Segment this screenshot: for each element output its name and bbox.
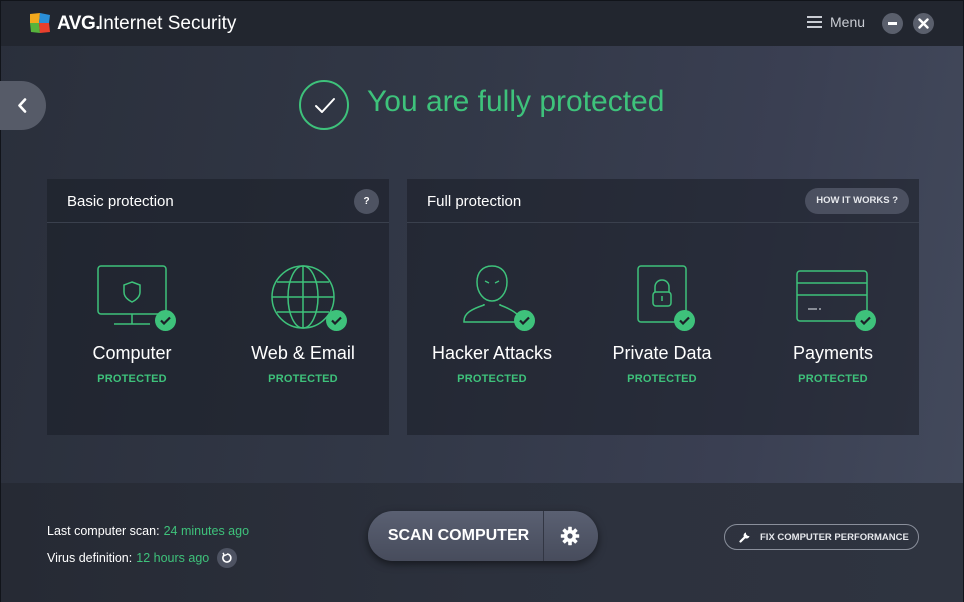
menu-label: Menu: [830, 14, 866, 30]
protection-status-heading: You are fully protected: [367, 85, 665, 118]
last-scan-row: Last computer scan: 24 minutes ago: [47, 517, 249, 544]
panel-header: Basic protection ?: [47, 179, 389, 223]
minimize-button[interactable]: [882, 13, 903, 34]
fix-performance-button[interactable]: FIX COMPUTER PERFORMANCE: [724, 524, 919, 550]
scan-settings-button[interactable]: [544, 511, 598, 561]
app-window: AVG. Internet Security Menu You are full…: [0, 0, 964, 602]
title-bar: AVG. Internet Security Menu: [1, 1, 963, 46]
wrench-icon: [739, 532, 750, 543]
gear-icon: [560, 526, 580, 546]
close-icon: [918, 18, 929, 29]
check-badge-icon: [855, 310, 876, 331]
hamburger-icon: [807, 16, 822, 28]
check-badge-icon: [326, 310, 347, 331]
feature-payments[interactable]: Payments PROTECTED: [748, 265, 918, 385]
avg-logo-icon: [30, 13, 50, 33]
virus-definition-label: Virus definition:: [47, 550, 133, 565]
check-circle-icon: [299, 80, 349, 130]
close-button[interactable]: [913, 13, 934, 34]
feature-web-email[interactable]: Web & Email PROTECTED: [218, 265, 388, 385]
feature-status: PROTECTED: [457, 373, 527, 385]
feature-name: Payments: [792, 343, 874, 363]
refresh-icon: [222, 551, 232, 563]
footer-bar: Last computer scan: 24 minutes ago Virus…: [1, 483, 963, 602]
feature-computer[interactable]: Computer PROTECTED: [47, 265, 217, 385]
feature-status: PROTECTED: [798, 373, 868, 385]
feature-name: Web & Email: [251, 343, 355, 363]
scan-button-group: SCAN COMPUTER: [368, 511, 598, 561]
feature-name: Computer: [92, 343, 172, 363]
brand-name: AVG.: [57, 13, 101, 34]
chevron-left-icon: [18, 98, 27, 113]
virus-definition-value: 12 hours ago: [136, 550, 210, 565]
how-it-works-button[interactable]: HOW IT WORKS ?: [805, 188, 909, 214]
app-title: Internet Security: [98, 13, 237, 34]
feature-status: PROTECTED: [268, 373, 338, 385]
last-scan-value: 24 minutes ago: [163, 523, 250, 538]
back-button[interactable]: [0, 81, 46, 130]
panel-header: Full protection HOW IT WORKS ?: [407, 179, 919, 223]
scan-info: Last computer scan: 24 minutes ago Virus…: [47, 517, 249, 571]
menu-button[interactable]: Menu: [807, 14, 865, 30]
help-button[interactable]: ?: [354, 189, 379, 214]
fix-performance-label: FIX COMPUTER PERFORMANCE: [760, 531, 909, 543]
virus-definition-row: Virus definition: 12 hours ago: [47, 544, 249, 571]
check-badge-icon: [674, 310, 695, 331]
feature-status: PROTECTED: [627, 373, 697, 385]
panel-title: Basic protection: [67, 193, 174, 210]
scan-computer-button[interactable]: SCAN COMPUTER: [368, 511, 543, 561]
full-protection-panel: Full protection HOW IT WORKS ? Hacker At…: [407, 179, 919, 435]
feature-name: Hacker Attacks: [431, 343, 553, 363]
feature-status: PROTECTED: [97, 373, 167, 385]
update-definitions-button[interactable]: [217, 547, 238, 568]
feature-name: Private Data: [612, 343, 712, 363]
last-scan-label: Last computer scan:: [47, 523, 160, 538]
panel-title: Full protection: [427, 193, 522, 210]
check-badge-icon: [155, 310, 176, 331]
check-badge-icon: [514, 310, 535, 331]
feature-private-data[interactable]: Private Data PROTECTED: [577, 265, 747, 385]
feature-hacker-attacks[interactable]: Hacker Attacks PROTECTED: [407, 265, 577, 385]
basic-protection-panel: Basic protection ? Computer PROTECTED We…: [47, 179, 389, 435]
